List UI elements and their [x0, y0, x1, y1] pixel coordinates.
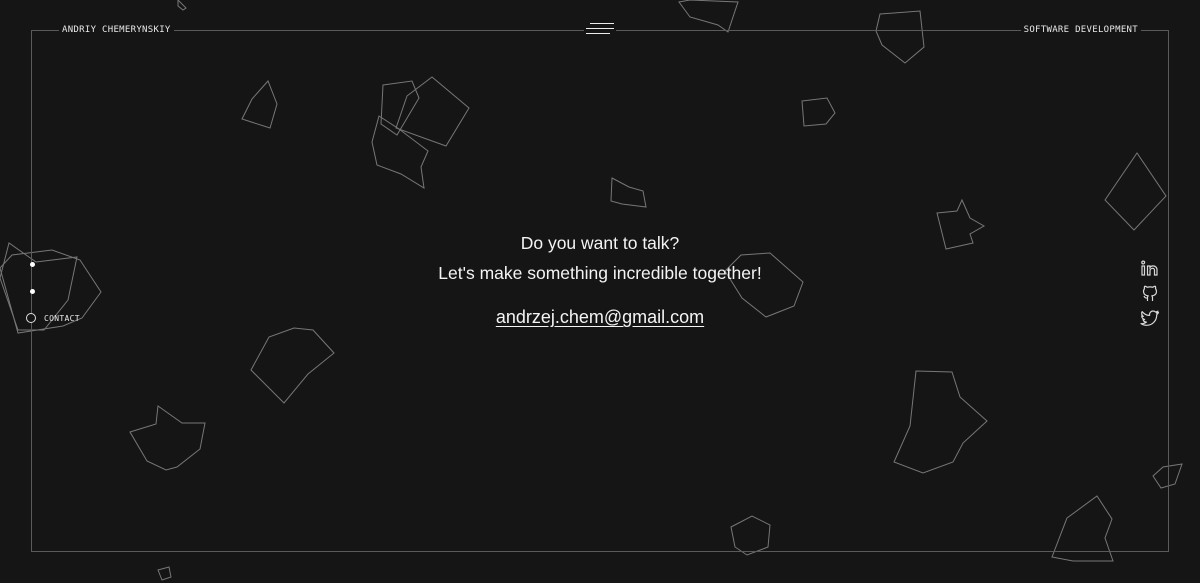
bg-polygon — [177, 0, 187, 11]
contact-subheading: Let's make something incredible together… — [438, 263, 762, 283]
site-tagline: SOFTWARE DEVELOPMENT — [1020, 25, 1141, 36]
brand-name[interactable]: ANDRIY CHEMERYNSKIY — [59, 25, 174, 36]
menu-line — [586, 33, 610, 34]
bg-polygon — [678, 0, 739, 33]
email-link[interactable]: andrzej.chem@gmail.com — [496, 307, 704, 328]
menu-line — [590, 23, 614, 24]
contact-heading: Do you want to talk? — [520, 233, 680, 253]
menu-button[interactable] — [584, 20, 616, 38]
menu-line — [586, 28, 614, 29]
contact-section: Do you want to talk? Let's make somethin… — [0, 228, 1200, 328]
bg-polygon — [157, 566, 172, 581]
